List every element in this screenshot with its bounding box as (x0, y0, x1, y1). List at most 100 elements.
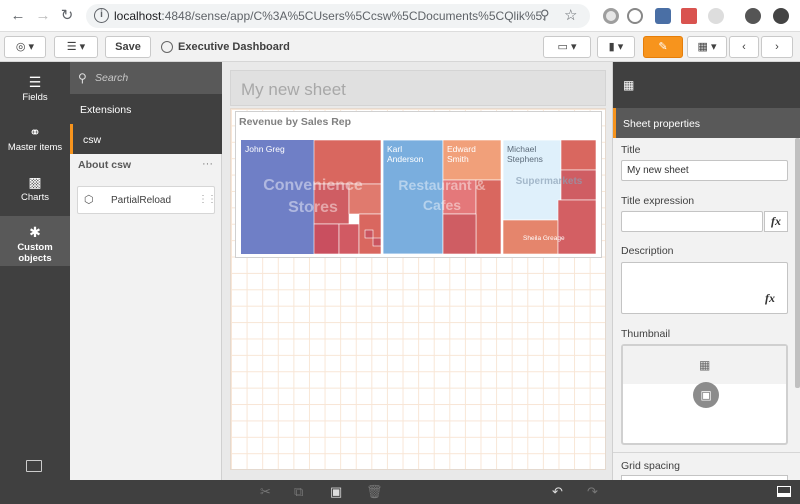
asset-panel: ⚲ Search Extensions csw About csw ··· ⬡ … (70, 62, 222, 480)
more-options-icon[interactable]: ··· (202, 158, 213, 170)
nav-master-items-label: Master items (7, 142, 63, 153)
tile-super-d (557, 199, 596, 254)
description-fx-button[interactable]: fx (765, 291, 775, 306)
sheet-selector-button[interactable]: ▦ ▾ (687, 36, 727, 58)
bottom-toolbar: ✂ ⧉ ▣ 🗑 ↶ ↷ (0, 480, 800, 504)
label-sheila-greage: Sheila Greage (523, 235, 565, 242)
properties-panel: ▦ Sheet properties Title My new sheet Ti… (612, 62, 800, 480)
tile-rest-c (442, 213, 477, 254)
thumbnail-box[interactable]: ▦ ▣ (621, 344, 788, 445)
layout-icon: ▦ (699, 358, 711, 372)
partial-reload-object[interactable]: ⬡ PartialReload ⋮⋮ (77, 186, 217, 214)
title-expression-label: Title expression (621, 195, 695, 207)
description-label: Description (621, 245, 674, 257)
divider (613, 452, 800, 453)
present-button[interactable]: ▭ ▾ (543, 36, 591, 58)
sheet-title[interactable]: My new sheet (241, 80, 346, 100)
nav-charts-label: Charts (21, 192, 49, 203)
treemap-svg[interactable]: John Greg Karl Anderson Edward Smith Micha… (241, 140, 596, 254)
link-icon: ⚭ (29, 124, 41, 140)
navigation-menu-button[interactable]: ◎ ▾ (4, 36, 46, 58)
sheet-area: My new sheet Revenue by Sales Rep John G… (222, 62, 612, 480)
search-bar[interactable]: ⚲ Search (70, 62, 222, 94)
treemap-chart-object[interactable]: Revenue by Sales Rep John Greg Karl Ande… (235, 111, 602, 258)
tile-conv-g (364, 229, 374, 239)
update-icon[interactable] (773, 8, 789, 24)
globe-icon (161, 41, 173, 53)
extension-circle-icon[interactable] (603, 8, 619, 24)
group-supermarkets: Supermarkets (516, 176, 583, 187)
info-icon[interactable]: i (94, 8, 109, 23)
bar-chart-icon: ▩ (28, 174, 42, 190)
search-input[interactable]: Search (95, 72, 128, 84)
fox-icon[interactable] (655, 8, 671, 24)
tile-conv-e (338, 223, 360, 254)
global-menu-button[interactable]: ☰ ▾ (54, 36, 98, 58)
cut-icon[interactable]: ✂ (260, 484, 271, 500)
properties-scrollbar[interactable] (795, 138, 800, 388)
title-label: Title (621, 144, 641, 156)
cube-icon: ⬡ (84, 194, 94, 206)
delete-icon[interactable]: 🗑 (366, 484, 383, 500)
undo-icon[interactable]: ↶ (552, 484, 563, 500)
csw-item[interactable]: csw (70, 124, 222, 154)
address-bar[interactable]: i localhost:4848/sense/app/C%3A%5CUsers%… (86, 4, 590, 28)
url-host: localhost (114, 9, 162, 23)
nav-custom-objects[interactable]: ✱ Custom objects (0, 216, 70, 266)
description-textarea[interactable] (621, 262, 788, 314)
redo-icon[interactable]: ↷ (587, 484, 598, 500)
search-icon: ⚲ (78, 71, 87, 85)
browser-toolbar: ← → ↻ i localhost:4848/sense/app/C%3A%5C… (0, 0, 800, 32)
bookmark-button[interactable]: ▮ ▾ (597, 36, 635, 58)
sheet-properties-tab[interactable]: Sheet properties (613, 108, 800, 138)
title-expression-input[interactable] (621, 211, 763, 232)
avatar[interactable] (745, 8, 761, 24)
panel-toggle-icon[interactable] (26, 460, 42, 472)
nav-charts[interactable]: ▩ Charts (0, 166, 70, 216)
next-sheet-button[interactable]: › (761, 36, 793, 58)
about-csw-header: About csw (78, 159, 132, 171)
image-picker-icon[interactable]: ▣ (693, 382, 719, 408)
sheet-title-bar[interactable]: My new sheet (230, 70, 606, 106)
reload-icon[interactable]: ↻ (57, 6, 77, 26)
app-toolbar: ◎ ▾ ☰ ▾ Save Executive Dashboard ▭ ▾ ▮ ▾… (0, 32, 800, 62)
left-nav: ☰ Fields ⚭ Master items ▩ Charts ✱ Custo… (0, 62, 70, 480)
paste-icon[interactable]: ▣ (330, 484, 342, 500)
title-input[interactable]: My new sheet (621, 160, 788, 181)
grid-spacing-label: Grid spacing (621, 460, 680, 472)
drag-handle-icon[interactable]: ⋮⋮ (198, 194, 217, 205)
copy-icon[interactable]: ⧉ (294, 484, 303, 500)
nav-custom-objects-label: Custom objects (17, 242, 53, 264)
nav-master-items[interactable]: ⚭ Master items (0, 116, 70, 166)
previous-sheet-button[interactable]: ‹ (729, 36, 759, 58)
app-title: Executive Dashboard (178, 41, 290, 53)
tile-super-a (560, 140, 596, 171)
eyedropper-icon[interactable] (681, 8, 697, 24)
extension-c-icon[interactable] (708, 8, 724, 24)
fx-expression-button[interactable]: fx (764, 211, 788, 232)
forward-arrow-icon[interactable]: → (33, 6, 53, 26)
tile-conv-d (313, 223, 340, 254)
zoom-icon[interactable]: ⚲ (540, 7, 550, 23)
save-button[interactable]: Save (105, 36, 151, 58)
skype-icon[interactable] (627, 8, 643, 24)
thumbnail-label: Thumbnail (621, 328, 671, 340)
url-text[interactable]: localhost:4848/sense/app/C%3A%5CUsers%5C… (114, 9, 544, 23)
label-john-greg: John Greg (245, 144, 285, 154)
toggle-panel-icon[interactable] (777, 486, 791, 497)
sheet-properties-icon[interactable]: ▦ (623, 78, 634, 92)
partial-reload-label: PartialReload (111, 195, 172, 206)
edit-pencil-button[interactable]: ✎ (643, 36, 683, 58)
sheet-canvas-grid[interactable]: Revenue by Sales Rep John Greg Karl Ande… (230, 108, 606, 470)
database-icon: ☰ (28, 74, 42, 90)
tile-conv-h (372, 237, 382, 247)
puzzle-icon: ✱ (29, 224, 41, 240)
star-icon[interactable]: ☆ (564, 6, 577, 24)
back-arrow-icon[interactable]: ← (8, 6, 28, 26)
nav-fields[interactable]: ☰ Fields (0, 66, 70, 116)
url-path: :4848/sense/app/C%3A%5CUsers%5Ccsw%5CDoc… (161, 9, 544, 23)
nav-fields-label: Fields (22, 92, 48, 103)
extensions-item[interactable]: Extensions (70, 94, 222, 124)
properties-header: ▦ (613, 62, 800, 108)
chart-title: Revenue by Sales Rep (239, 116, 352, 128)
